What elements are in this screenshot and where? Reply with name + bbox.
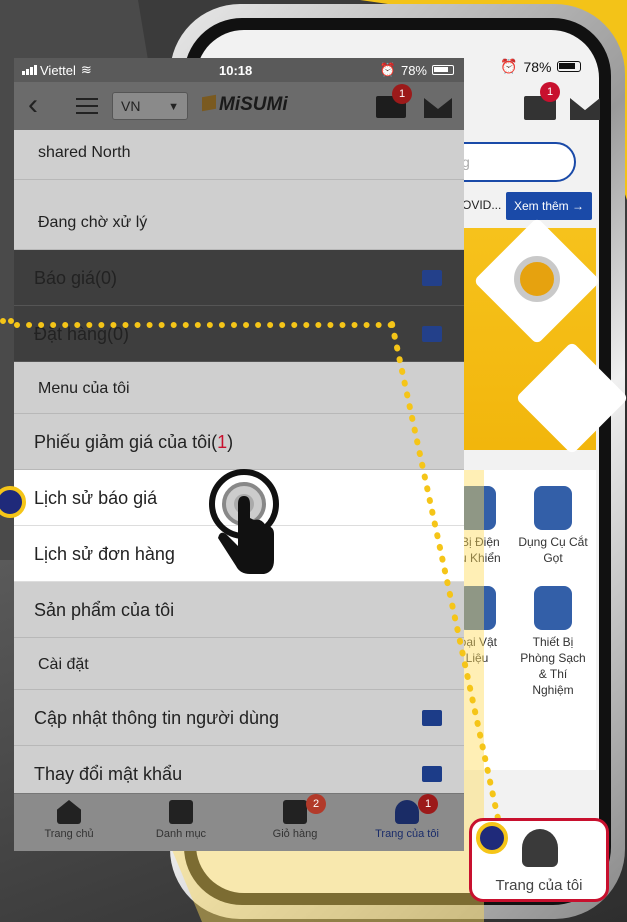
tap-hand-icon — [209, 469, 279, 574]
status-bar: Viettel ≋ 10:18 ⏰ 78% — [14, 58, 464, 82]
drill-icon — [534, 486, 572, 530]
caret-down-icon: ▼ — [168, 101, 179, 113]
logo-cube-icon — [202, 94, 216, 112]
cart-icon — [283, 800, 307, 824]
wifi-icon: ≋ — [80, 62, 92, 77]
category-item[interactable]: Dụng Cụ Cắt Gọt — [508, 486, 598, 566]
battery-text: 78% — [400, 62, 427, 78]
brand-logo[interactable]: MiSUMi — [202, 94, 288, 116]
product-image — [514, 256, 560, 302]
mail-icon[interactable] — [424, 98, 452, 118]
clock: 10:18 — [219, 62, 253, 78]
battery-icon — [557, 61, 582, 72]
menu-icon[interactable] — [76, 98, 98, 114]
alarm-icon: ⏰ — [500, 58, 518, 74]
section-pending: Đang chờ xử lý — [14, 180, 464, 250]
carrier-name: Viettel — [40, 62, 76, 78]
category-item[interactable]: Thiết Bị Phòng Sạch & Thí Nghiệm — [508, 586, 598, 698]
alarm-icon: ⏰ — [379, 62, 396, 77]
tab-cart-badge: 2 — [306, 794, 326, 814]
signal-icon — [22, 65, 37, 75]
cart-badge: 1 — [392, 84, 412, 104]
shared-row: shared North — [14, 130, 464, 180]
phone-cart-badge: 1 — [540, 82, 560, 102]
tab-home[interactable]: Trang chủ — [24, 800, 114, 840]
phone-status: ⏰ 78% — [500, 58, 582, 75]
tab-category[interactable]: Danh mục — [136, 800, 226, 840]
flask-icon — [534, 586, 572, 630]
list-icon — [422, 270, 442, 286]
back-arrow-icon[interactable]: ‹ — [28, 90, 38, 120]
quote-count-row[interactable]: Báo giá(0) — [14, 250, 464, 306]
connector-line — [0, 318, 14, 324]
app-header: ‹ VN ▼ MiSUMi 1 — [14, 82, 464, 130]
language-select[interactable]: VN ▼ — [112, 92, 188, 120]
coupon-count: 1 — [217, 432, 228, 452]
phone-battery-text: 78% — [523, 58, 552, 75]
connector-line — [14, 322, 394, 328]
covid-notice: OVID... — [462, 198, 502, 212]
user-icon — [522, 829, 558, 867]
see-more-button[interactable]: Xem thêm → — [506, 192, 592, 220]
tab-cart[interactable]: Giỏ hàng — [250, 800, 340, 840]
grid-icon — [169, 800, 193, 824]
battery-icon — [432, 65, 454, 75]
connector-path — [389, 321, 503, 831]
focus-marker — [476, 822, 508, 854]
home-icon — [57, 800, 81, 824]
